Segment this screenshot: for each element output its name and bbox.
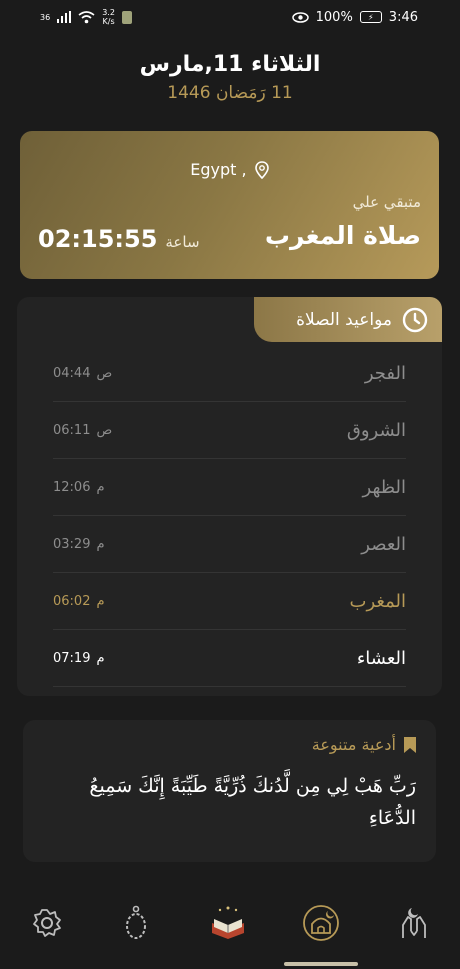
time-period: م — [96, 650, 105, 666]
prayer-times-card: مواعيد الصلاة 04:44 ص الفجر 06:11 ص الشروق… — [17, 297, 442, 696]
countdown: 02:15:55 ساعة — [38, 225, 200, 253]
time-value: 03:29 — [53, 536, 91, 552]
nav-duas[interactable] — [394, 903, 434, 943]
sim-icon — [121, 10, 132, 24]
remaining-label: متبقي علي — [352, 193, 421, 211]
countdown-unit: ساعة — [165, 233, 200, 251]
gregorian-date: الثلاثاء 11,مارس — [139, 52, 321, 77]
prayer-row-fajr[interactable]: 04:44 ص الفجر — [53, 345, 406, 402]
status-bar: 36 3.2 K/s 100% ⚡ 3:46 — [0, 0, 460, 34]
time-value: 12:06 — [53, 479, 91, 495]
time-period: م — [96, 536, 105, 552]
prayer-row-sunrise[interactable]: 06:11 ص الشروق — [53, 402, 406, 459]
prayer-name: العصر — [361, 533, 406, 555]
location[interactable]: Egypt , — [20, 159, 439, 179]
nav-settings[interactable] — [27, 903, 67, 943]
date-header: الثلاثاء 11,مارس 11 رَمَضان 1446 — [0, 52, 460, 103]
nav-mosque[interactable] — [301, 903, 341, 943]
network-type: 36 — [40, 12, 51, 22]
prayer-time: 07:19 م — [53, 651, 105, 666]
dua-header: أدعية متنوعة — [312, 735, 416, 754]
time-value: 06:02 — [53, 593, 91, 609]
battery-percent: 100% — [315, 9, 353, 25]
dua-card[interactable]: أدعية متنوعة رَبِّ هَبْ لِي مِن لَّدُنكَ… — [23, 720, 436, 862]
prayer-row-asr[interactable]: 03:29 م العصر — [53, 516, 406, 573]
time-period: م — [96, 593, 105, 609]
prayer-time: 06:02 م — [53, 594, 105, 609]
next-prayer-card[interactable]: Egypt , متبقي علي صلاة المغرب 02:15:55 س… — [20, 131, 439, 279]
speed-value: 3.2 — [102, 8, 115, 17]
signal-icon — [57, 11, 72, 23]
prayer-times-title: مواعيد الصلاة — [296, 309, 392, 330]
dua-text: رَبِّ هَبْ لِي مِن لَّدُنكَ ذُرِّيَّةً ط… — [89, 775, 416, 829]
nav-indicator — [284, 962, 358, 966]
status-right: 100% ⚡ 3:46 — [291, 9, 418, 25]
network-speed: 3.2 K/s — [102, 8, 115, 26]
time-period: ص — [96, 422, 113, 438]
mosque-icon — [303, 905, 339, 941]
time-value: 06:11 — [53, 422, 91, 438]
wifi-icon — [78, 10, 95, 23]
prayer-times-tab[interactable]: مواعيد الصلاة — [254, 297, 442, 342]
prayer-name: الظهر — [362, 476, 406, 498]
prayer-row-maghrib[interactable]: 06:02 م المغرب — [53, 573, 406, 630]
prayer-row-dhuhr[interactable]: 12:06 م الظهر — [53, 459, 406, 516]
prayer-time: 03:29 م — [53, 537, 105, 552]
quran-icon — [212, 906, 244, 939]
time-value: 04:44 — [53, 365, 91, 381]
time-period: ص — [96, 365, 113, 381]
prayer-time: 06:11 ص — [53, 423, 112, 438]
dua-title: أدعية متنوعة — [311, 735, 396, 754]
settings-icon — [33, 909, 61, 937]
status-left: 36 3.2 K/s — [40, 8, 132, 26]
prayer-name: الشروق — [346, 419, 406, 441]
nav-tasbeeh[interactable] — [116, 903, 156, 943]
prayer-time: 04:44 ص — [53, 366, 112, 381]
nav-quran[interactable] — [208, 903, 248, 943]
countdown-time: 02:15:55 — [38, 225, 158, 253]
location-pin-icon — [254, 160, 269, 179]
battery-icon: ⚡ — [359, 11, 382, 23]
location-label: Egypt , — [190, 160, 247, 179]
clock: 3:46 — [388, 9, 418, 25]
bookmark-icon — [404, 736, 416, 753]
speed-unit: K/s — [102, 17, 115, 26]
eye-icon — [291, 11, 309, 23]
dua-hands-icon — [402, 908, 426, 938]
time-period: م — [96, 479, 105, 495]
prayer-name: الفجر — [364, 362, 406, 384]
time-value: 07:19 — [53, 650, 91, 666]
prayer-name: العشاء — [356, 647, 406, 669]
prayer-name: المغرب — [349, 590, 406, 612]
prayer-beads-icon — [126, 905, 146, 939]
hijri-date: 11 رَمَضان 1446 — [167, 83, 293, 103]
prayer-row-isha[interactable]: 07:19 م العشاء — [53, 630, 406, 687]
bottom-nav — [0, 895, 460, 969]
prayer-time: 12:06 م — [53, 480, 105, 495]
next-prayer-name: صلاة المغرب — [264, 221, 421, 250]
clock-icon — [402, 307, 428, 332]
